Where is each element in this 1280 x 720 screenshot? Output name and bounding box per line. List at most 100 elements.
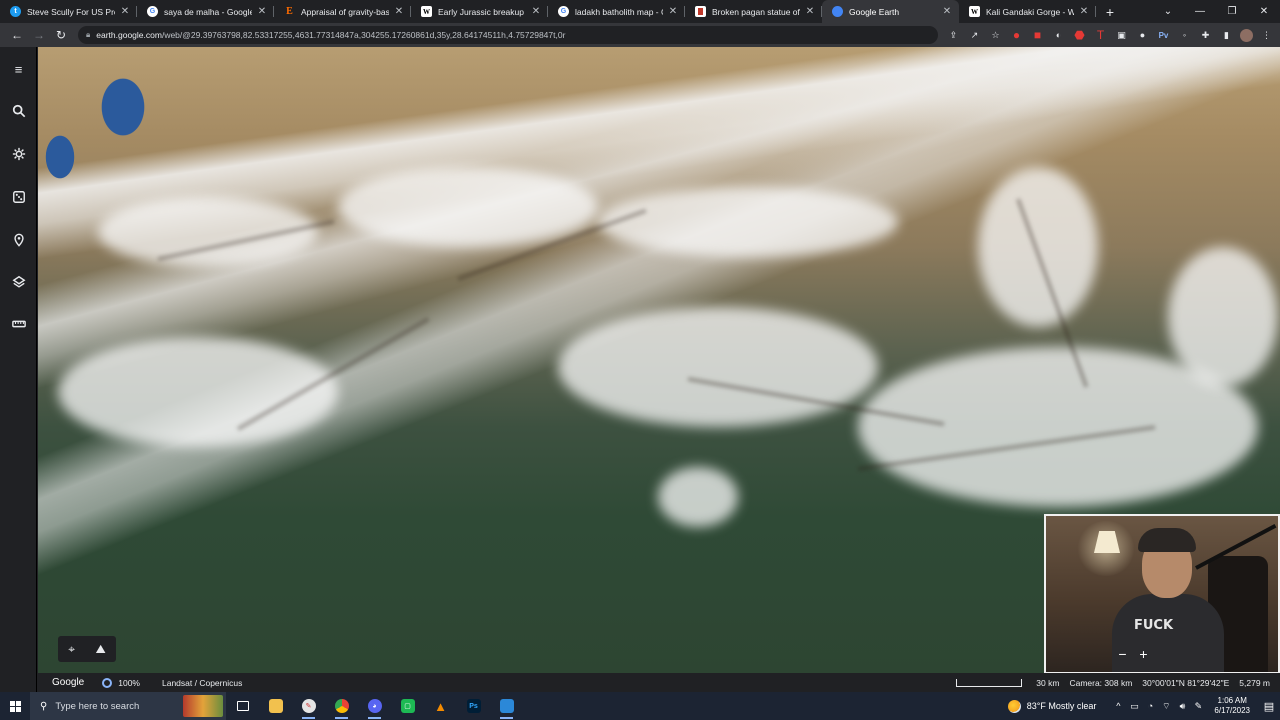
- extension-badge-icon[interactable]: ■: [1030, 28, 1045, 43]
- pegman-location-icon[interactable]: ⌖: [68, 642, 75, 657]
- tab-title: Early Jurassic breakup of G: [438, 6, 526, 17]
- minimize-icon[interactable]: —: [1184, 0, 1216, 23]
- chrome-button[interactable]: [325, 692, 358, 720]
- task-view-button[interactable]: [226, 692, 259, 720]
- task-view-icon: [236, 701, 249, 711]
- discord-button[interactable]: ◕: [358, 692, 391, 720]
- tab-google-search-saya[interactable]: G saya de malha - Google Se ✕: [137, 0, 274, 23]
- projects-icon[interactable]: [0, 226, 37, 254]
- shirt-text: FUCK: [1134, 618, 1174, 633]
- webcam-overlay: FUCK: [1044, 514, 1280, 674]
- google-icon: G: [558, 6, 569, 17]
- tray-overflow-icon[interactable]: ^: [1110, 701, 1126, 711]
- file-explorer-button[interactable]: [259, 692, 292, 720]
- discord-icon: ◕: [367, 699, 382, 713]
- extension-blank-icon[interactable]: ◦: [1177, 28, 1192, 43]
- zoom-in-button[interactable]: +: [1139, 646, 1147, 662]
- extension-square-icon[interactable]: ▣: [1114, 28, 1129, 43]
- paint-icon: ✎: [301, 699, 316, 713]
- person-cap: [1138, 528, 1196, 552]
- network-icon[interactable]: ◔: [1142, 701, 1158, 711]
- bookmark-star-icon[interactable]: ☆: [988, 28, 1003, 43]
- taskbar-clock[interactable]: 1:06 AM 6/17/2023: [1214, 696, 1250, 716]
- tray-app-icon[interactable]: ▭: [1126, 701, 1142, 712]
- address-bar[interactable]: 🔒︎ earth.google.com /web/@29.39763798,82…: [78, 26, 938, 44]
- snow-patch: [658, 467, 738, 527]
- close-tab-icon[interactable]: ✕: [1078, 6, 1090, 17]
- search-placeholder: Type here to search: [55, 700, 140, 712]
- imagery-credits[interactable]: Landsat / Copernicus: [162, 678, 242, 688]
- search-icon: ⚲: [40, 700, 48, 712]
- snow-patch: [338, 167, 598, 247]
- load-percent: 100%: [118, 677, 140, 688]
- menu-icon[interactable]: ≡: [0, 55, 37, 83]
- vlc-button[interactable]: ▲: [424, 692, 457, 720]
- close-window-icon[interactable]: ✕: [1248, 0, 1280, 23]
- zoom-out-button[interactable]: −: [1118, 646, 1126, 662]
- tab-google-earth[interactable]: Google Earth ✕: [822, 0, 959, 23]
- back-icon[interactable]: ←: [6, 28, 28, 42]
- close-tab-icon[interactable]: ✕: [804, 6, 816, 17]
- app-green-button[interactable]: ▢: [391, 692, 424, 720]
- weather-text[interactable]: 83°F Mostly clear: [1027, 701, 1097, 711]
- vlc-cone-icon: ▲: [434, 698, 447, 714]
- close-tab-icon[interactable]: ✕: [119, 6, 131, 17]
- close-tab-icon[interactable]: ✕: [530, 6, 542, 17]
- chrome-menu-icon[interactable]: ⋮: [1259, 28, 1274, 43]
- wifi-icon[interactable]: ⌔: [1158, 701, 1174, 712]
- cursor-elevation: 5,279 m: [1239, 677, 1270, 688]
- extension-pv-icon[interactable]: Pv: [1156, 28, 1171, 43]
- scale-label: 30 km: [1036, 677, 1060, 688]
- close-tab-icon[interactable]: ✕: [393, 6, 405, 17]
- tab-title: Kali Gandaki Gorge - Wikip: [986, 6, 1074, 17]
- profile-avatar[interactable]: [1240, 28, 1253, 42]
- app-paint-button[interactable]: ✎: [292, 692, 325, 720]
- green-app-icon: ▢: [400, 699, 415, 713]
- side-panel-icon[interactable]: ▮: [1219, 28, 1234, 43]
- tab-ladakh-batholith[interactable]: G ladakh batholith map - Go ✕: [548, 0, 685, 23]
- tab-search-icon[interactable]: ⌄: [1152, 0, 1184, 23]
- close-tab-icon[interactable]: ✕: [256, 6, 268, 17]
- terrain-3d-icon[interactable]: ⛰: [96, 642, 106, 657]
- extension-red-icon[interactable]: ●: [1009, 28, 1024, 43]
- forward-icon[interactable]: →: [28, 28, 50, 42]
- close-tab-icon[interactable]: ✕: [667, 6, 679, 17]
- loading-globe-icon: [102, 677, 113, 688]
- notifications-icon[interactable]: ▤: [1258, 700, 1280, 713]
- share-icon[interactable]: ⇪: [946, 28, 961, 43]
- chrome-icon: [334, 699, 349, 713]
- pin-icon: [13, 233, 24, 247]
- reload-icon[interactable]: ↻: [50, 28, 72, 42]
- wikipedia-icon: W: [969, 6, 980, 17]
- extension-tool-icon[interactable]: T: [1093, 28, 1108, 43]
- share-page-icon[interactable]: ↗: [967, 28, 982, 43]
- search-icon[interactable]: [0, 97, 37, 125]
- photoshop-button[interactable]: Ps: [457, 692, 490, 720]
- camera-altitude: Camera: 308 km: [1069, 677, 1133, 688]
- tab-kali-gandaki[interactable]: W Kali Gandaki Gorge - Wikip ✕: [959, 0, 1096, 23]
- start-button[interactable]: [0, 692, 30, 720]
- tab-early-jurassic[interactable]: W Early Jurassic breakup of G ✕: [411, 0, 548, 23]
- map-style-icon[interactable]: [0, 268, 37, 296]
- feeling-lucky-icon[interactable]: [0, 183, 37, 211]
- tab-appraisal[interactable]: E Appraisal of gravity-based ✕: [274, 0, 411, 23]
- dice-icon: [12, 191, 25, 203]
- weather-icon[interactable]: [1007, 699, 1021, 713]
- taskbar-search[interactable]: ⚲ Type here to search: [30, 692, 226, 720]
- blue-app-icon: [499, 699, 514, 713]
- extensions-puzzle-icon[interactable]: ✚: [1198, 28, 1213, 43]
- app-blue-button[interactable]: [490, 692, 523, 720]
- tab-twitter[interactable]: t Steve Scully For US Preside ✕: [0, 0, 137, 23]
- measure-icon[interactable]: [0, 310, 37, 338]
- voyager-icon[interactable]: [0, 140, 37, 168]
- snow-patch: [598, 187, 898, 257]
- volume-icon[interactable]: 🔊︎: [1174, 701, 1190, 712]
- extension-circle-icon[interactable]: ●: [1135, 28, 1150, 43]
- close-tab-icon[interactable]: ✕: [941, 6, 953, 17]
- pen-icon[interactable]: ✎: [1190, 701, 1206, 712]
- extension-stop-icon[interactable]: ⬣: [1072, 28, 1087, 43]
- tab-broken-pagan-statue[interactable]: Broken pagan statue of Gr ✕: [685, 0, 822, 23]
- restore-icon[interactable]: ❐: [1216, 0, 1248, 23]
- extension-gray-icon[interactable]: ◐: [1051, 28, 1066, 43]
- new-tab-button[interactable]: +: [1096, 0, 1124, 23]
